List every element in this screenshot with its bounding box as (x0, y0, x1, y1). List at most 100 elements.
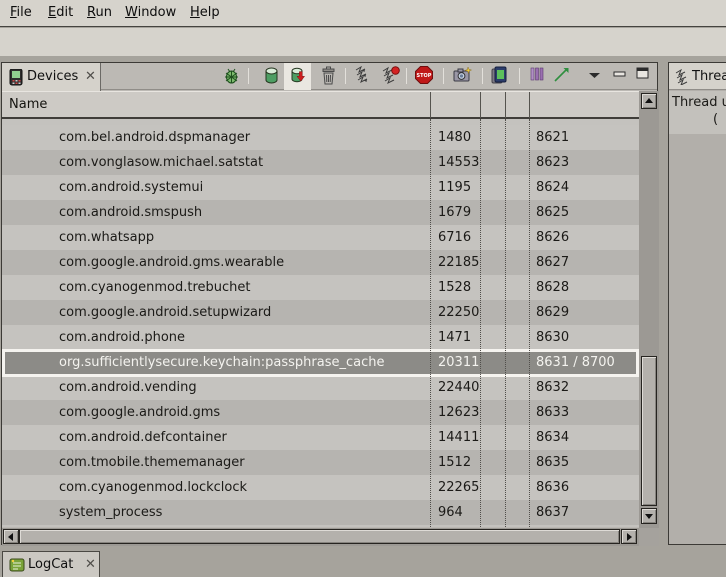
menu-help[interactable]: Help (190, 0, 220, 26)
process-pid: 22440 (438, 375, 479, 400)
table-row[interactable]: com.android.phone 1471 8630 (2, 325, 639, 350)
scroll-down-button[interactable] (641, 508, 657, 524)
devices-panel: Devices ✕ (1, 62, 658, 545)
minimize-icon[interactable] (613, 68, 633, 88)
horizontal-scrollbar[interactable] (2, 528, 639, 546)
menu-window[interactable]: Window (125, 0, 176, 26)
frame-capture-icon[interactable] (491, 66, 511, 86)
toolbar-separator (482, 68, 483, 84)
update-heap-icon[interactable] (263, 66, 283, 86)
process-port: 8634 (536, 425, 569, 450)
menu-edit[interactable]: Edit (48, 0, 73, 26)
process-port: 8637 (536, 500, 569, 525)
dump-hprof-icon[interactable] (289, 66, 309, 86)
tab-devices[interactable]: Devices ✕ (2, 63, 101, 91)
process-name: org.sufficientlysecure.keychain:passphra… (59, 352, 384, 374)
process-port: 8625 (536, 200, 569, 225)
column-gridline (529, 119, 530, 527)
process-port: 8635 (536, 450, 569, 475)
column-divider[interactable] (529, 92, 530, 118)
table-row[interactable]: com.google.android.gms.wearable221858627 (2, 250, 639, 275)
debug-attach-icon[interactable] (222, 66, 242, 86)
vertical-scrollbar[interactable] (639, 91, 659, 528)
process-pid: 14411 (438, 425, 479, 450)
table-row[interactable]: com.android.systemui11958624 (2, 175, 639, 200)
process-port: 8633 (536, 400, 569, 425)
device-phone-icon (9, 69, 23, 86)
threads-tab-row: Threads (669, 63, 726, 90)
allocation-tracker-icon[interactable] (530, 66, 550, 86)
process-pid: 6716 (438, 225, 471, 250)
maximize-icon[interactable] (636, 67, 656, 87)
refresh-threads-icon[interactable] (381, 66, 401, 86)
update-threads-icon[interactable] (354, 66, 374, 86)
threads-message-area: Thread up ( (669, 91, 726, 134)
table-header[interactable]: Name (2, 91, 639, 119)
column-divider[interactable] (505, 92, 506, 118)
table-row[interactable]: com.bel.android.dspmanager14808621 (2, 125, 639, 150)
process-name: com.cyanogenmod.trebuchet (59, 275, 251, 300)
table-row[interactable]: com.google.android.gms126238633 (2, 400, 639, 425)
process-pid: 1528 (438, 275, 471, 300)
toolbar-separator (406, 68, 407, 84)
process-pid: 22250 (438, 300, 479, 325)
threads-message-line2: ( (713, 112, 718, 127)
toolbar-separator (443, 68, 444, 84)
process-pid: 1471 (438, 325, 471, 350)
column-gridline (430, 119, 431, 527)
table-row[interactable]: com.cyanogenmod.trebuchet 1528 8628 (2, 275, 639, 300)
process-pid: 22185 (438, 250, 479, 275)
view-menu-icon[interactable] (588, 72, 608, 92)
process-name: com.vonglasow.michael.satstat (59, 150, 263, 175)
process-name: com.android.systemui (59, 175, 203, 200)
method-profiling-icon[interactable] (553, 66, 573, 86)
toolbar-separator (345, 68, 346, 84)
process-pid: 12623 (438, 400, 479, 425)
column-gridline (480, 119, 481, 527)
column-header-name[interactable]: Name (9, 92, 47, 118)
process-pid: 964 (438, 500, 463, 525)
table-row[interactable]: com.cyanogenmod.lockclock222658636 (2, 475, 639, 500)
table-row[interactable]: system_process9648637 (2, 500, 639, 525)
scroll-right-button[interactable] (621, 529, 637, 544)
vertical-scroll-thumb[interactable] (641, 356, 657, 506)
process-name: com.cyanogenmod.lockclock (59, 475, 247, 500)
cause-gc-icon[interactable] (320, 66, 340, 86)
stop-process-icon[interactable]: STOP (415, 66, 435, 86)
process-port: 8628 (536, 275, 569, 300)
close-icon[interactable]: ✕ (83, 558, 98, 572)
process-port: 8629 (536, 300, 569, 325)
screen-capture-icon[interactable] (453, 66, 473, 86)
process-name: com.android.phone (59, 325, 185, 350)
table-row[interactable]: com.vonglasow.michael.satstat145538623 (2, 150, 639, 175)
table-row[interactable]: com.tmobile.thememanager 1512 8635 (2, 450, 639, 475)
table-row[interactable]: com.google.android.setupwizard222508629 (2, 300, 639, 325)
menu-file[interactable]: File (10, 0, 32, 26)
svg-text:STOP: STOP (417, 73, 432, 79)
column-divider[interactable] (480, 92, 481, 118)
horizontal-scroll-thumb[interactable] (19, 529, 620, 544)
threads-message-line1: Thread up (672, 95, 726, 110)
table-row[interactable]: com.android.defcontainer144118634 (2, 425, 639, 450)
column-divider[interactable] (430, 92, 431, 118)
process-name: com.tmobile.thememanager (59, 450, 245, 475)
scroll-left-button[interactable] (3, 529, 19, 544)
table-row-selected[interactable]: org.sufficientlysecure.keychain:passphra… (2, 349, 639, 377)
process-pid: 1512 (438, 450, 471, 475)
device-table-body: com.bel.android.dspmanager14808621com.vo… (2, 119, 639, 527)
tab-logcat[interactable]: LogCat ✕ (2, 551, 100, 577)
table-row[interactable]: com.whatsapp67168626 (2, 225, 639, 250)
scroll-up-button[interactable] (641, 93, 657, 109)
close-icon[interactable]: ✕ (83, 70, 98, 84)
toolbar-separator (519, 68, 520, 84)
process-pid: 20311 (438, 352, 479, 374)
threads-icon (674, 69, 690, 85)
process-port: 8630 (536, 325, 569, 350)
process-name: com.android.vending (59, 375, 197, 400)
process-pid: 1195 (438, 175, 471, 200)
process-name: com.bel.android.dspmanager (59, 125, 250, 150)
menu-run[interactable]: Run (87, 0, 112, 26)
table-row[interactable]: com.android.vending224408632 (2, 375, 639, 400)
logcat-icon (9, 557, 26, 573)
table-row[interactable]: com.android.smspush16798625 (2, 200, 639, 225)
